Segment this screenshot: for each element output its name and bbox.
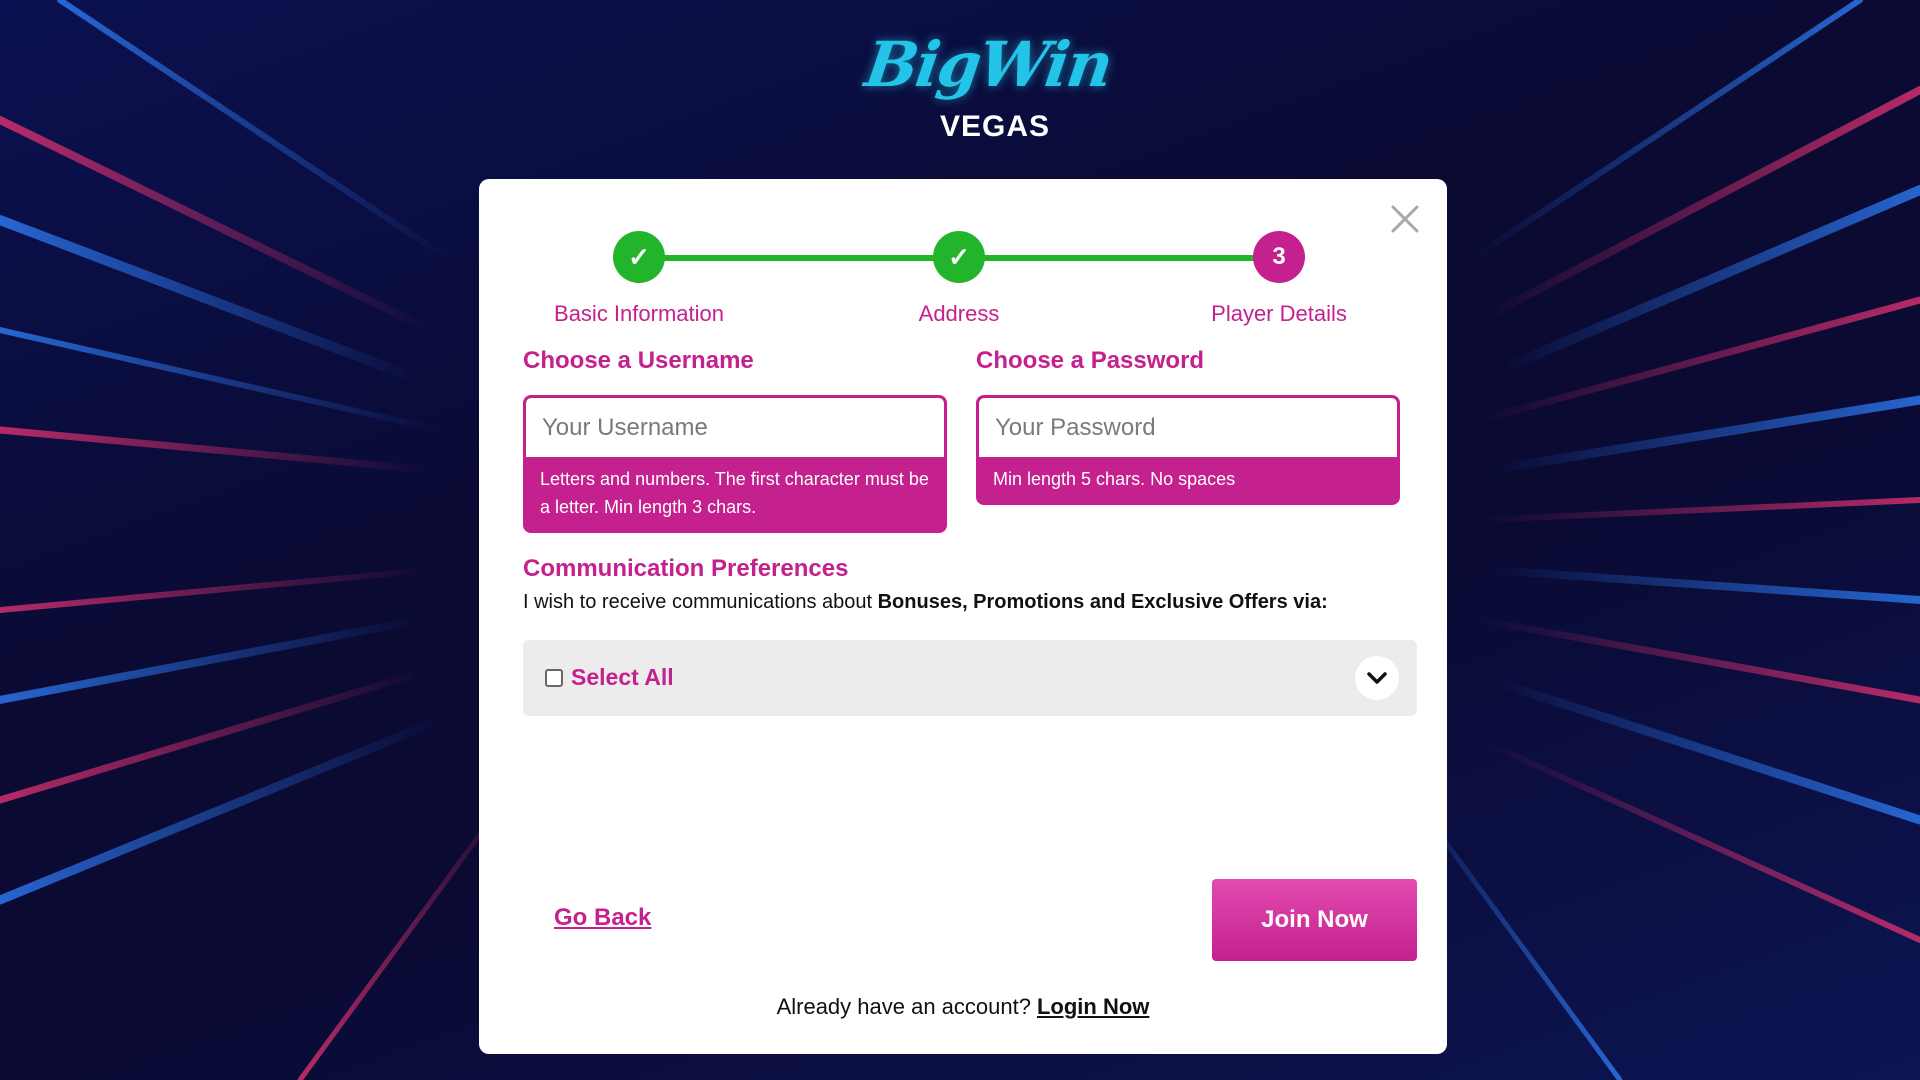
- login-prompt: Already have an account? Login Now: [479, 994, 1447, 1020]
- brand-logo: BigWin VEGAS: [860, 28, 1116, 148]
- select-all-label: Select All: [571, 664, 674, 690]
- logo-sub-text: VEGAS: [940, 110, 1051, 143]
- step-connector-2: [959, 255, 1279, 261]
- join-now-button[interactable]: Join Now: [1212, 879, 1417, 961]
- progress-stepper: ✓ Basic Information ✓ Address 3 Player D…: [539, 231, 1379, 331]
- username-input[interactable]: [526, 398, 944, 457]
- password-hint: Min length 5 chars. No spaces: [993, 469, 1236, 489]
- username-hint: Letters and numbers. The first character…: [540, 469, 929, 517]
- password-input[interactable]: [979, 398, 1397, 457]
- communication-text-bold: Bonuses, Promotions and Exclusive Offers…: [877, 591, 1328, 613]
- select-all-row[interactable]: Select All: [523, 640, 1417, 716]
- close-icon[interactable]: [1387, 201, 1423, 237]
- chevron-down-icon[interactable]: [1355, 656, 1399, 700]
- password-title: Choose a Password: [976, 347, 1205, 374]
- step-3-number: 3: [1253, 231, 1305, 283]
- logo-script-text: BigWin: [860, 28, 1116, 101]
- username-title: Choose a Username: [523, 347, 754, 374]
- select-all-checkbox[interactable]: [545, 669, 563, 687]
- step-3-label: Player Details: [1211, 301, 1347, 326]
- already-account-text: Already have an account?: [776, 994, 1031, 1019]
- communication-text-prefix: I wish to receive communications about: [523, 591, 878, 613]
- step-1-label: Basic Information: [554, 301, 724, 326]
- step-2-label: Address: [918, 301, 1000, 326]
- step-2-check-icon: ✓: [933, 231, 985, 283]
- username-field-group: Letters and numbers. The first character…: [523, 395, 947, 533]
- communication-title: Communication Preferences: [523, 555, 849, 582]
- go-back-link[interactable]: Go Back: [554, 904, 651, 932]
- communication-description: I wish to receive communications about B…: [523, 591, 1328, 614]
- step-1-check-icon: ✓: [613, 231, 665, 283]
- login-now-link[interactable]: Login Now: [1037, 994, 1149, 1019]
- step-connector-1: [639, 255, 959, 261]
- registration-modal: ✓ Basic Information ✓ Address 3 Player D…: [479, 179, 1447, 1054]
- password-field-group: Min length 5 chars. No spaces: [976, 395, 1400, 505]
